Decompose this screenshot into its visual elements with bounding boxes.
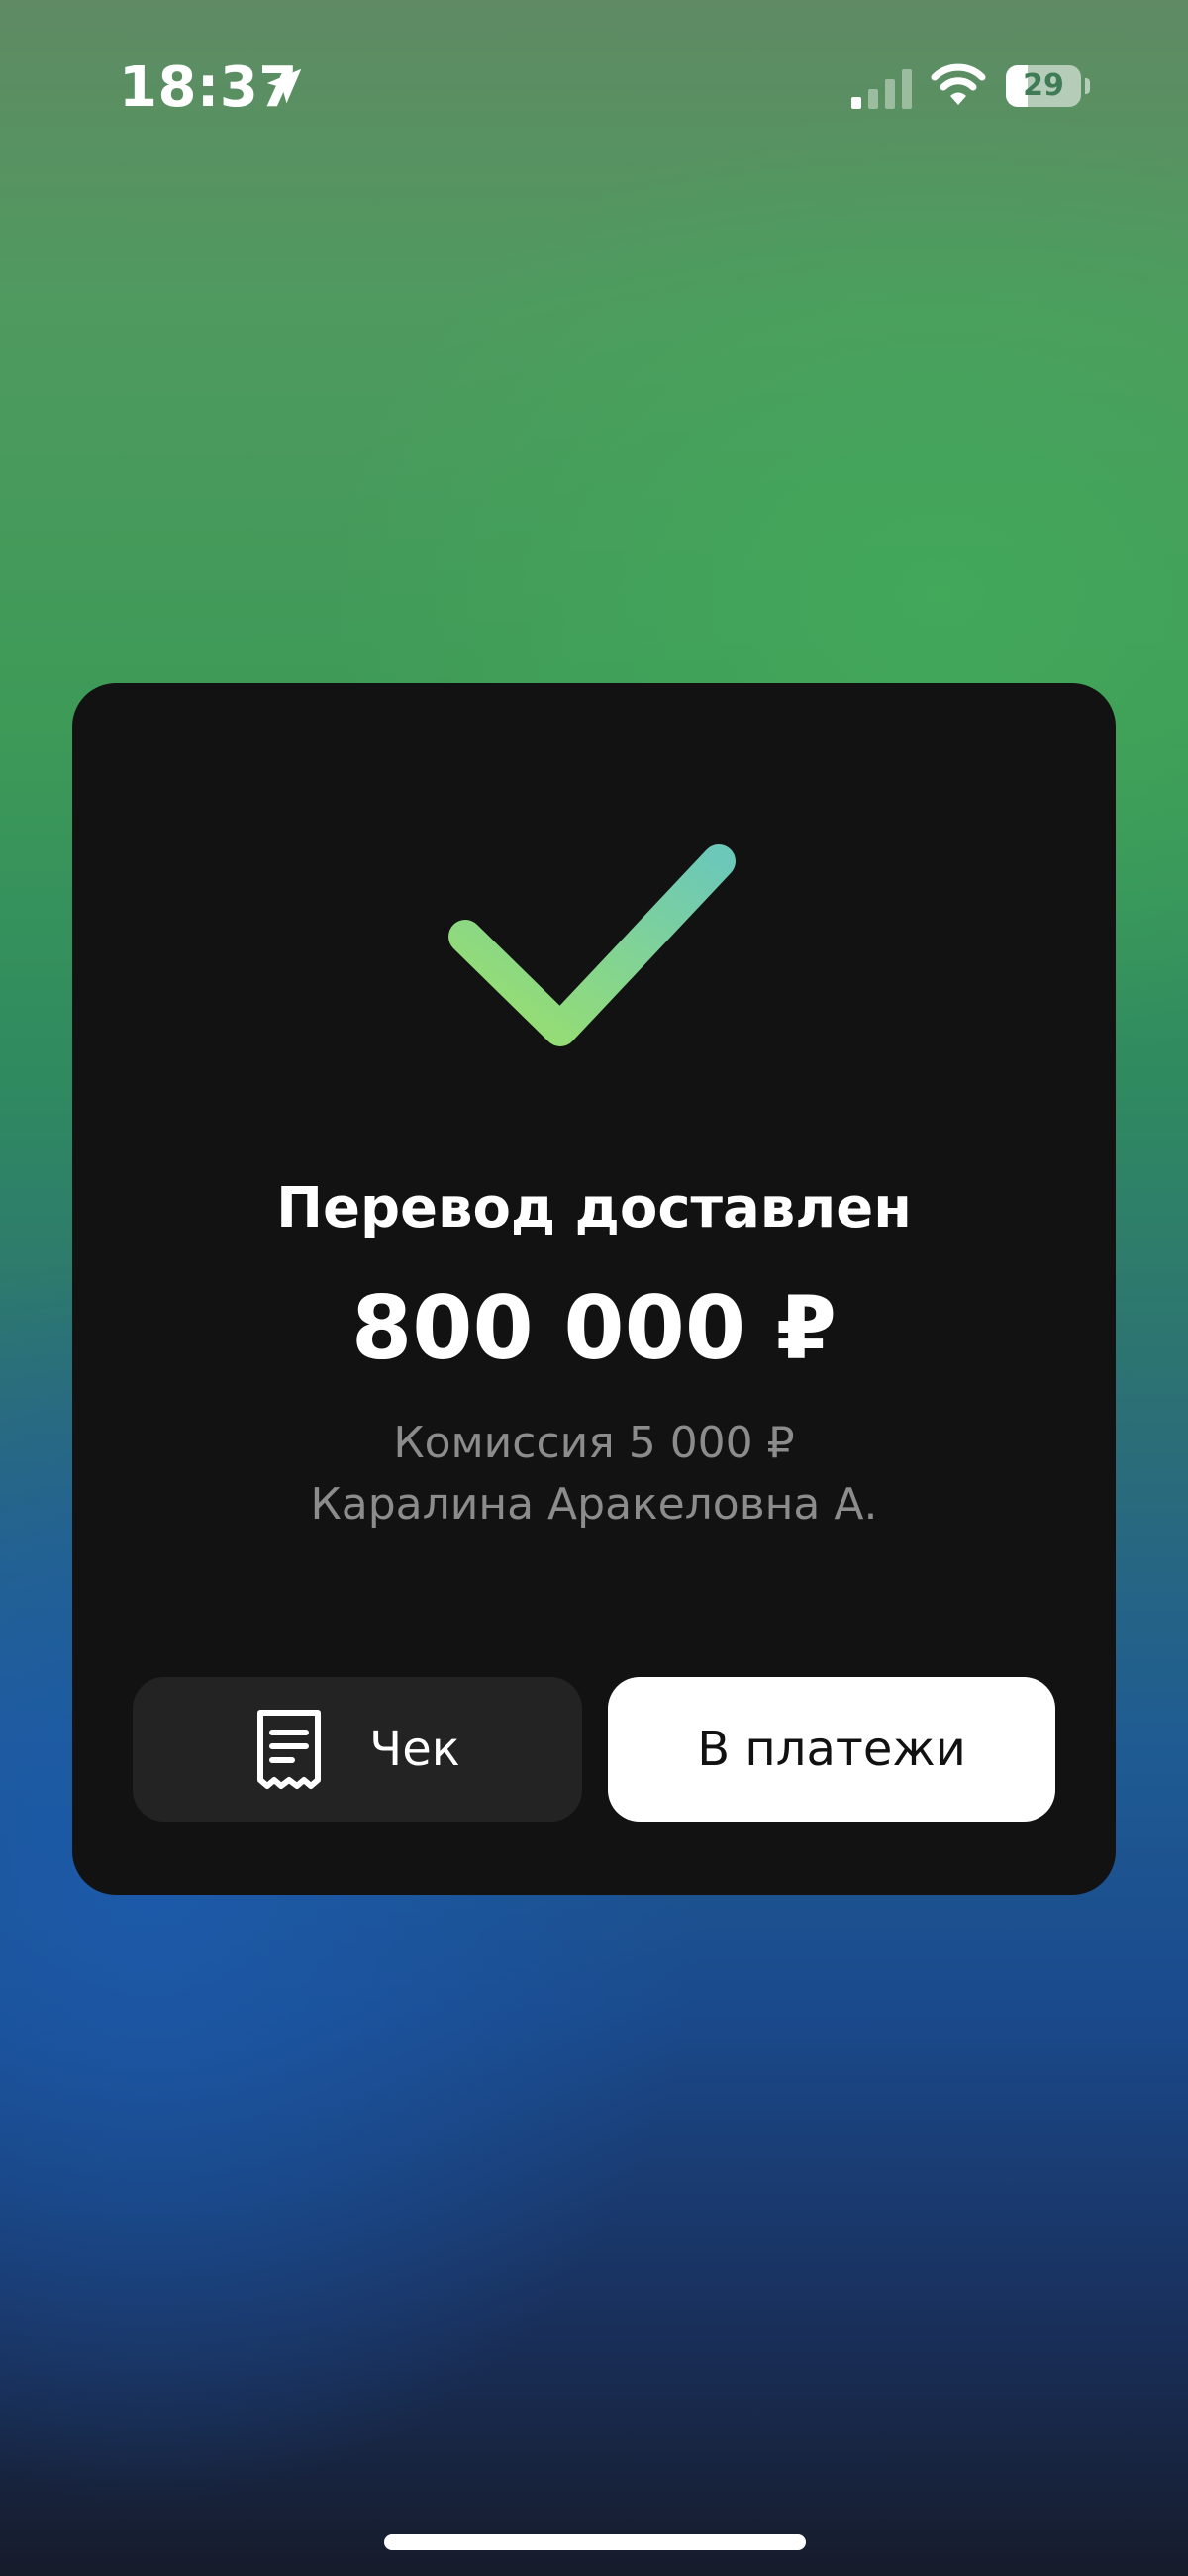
recipient-name: Каралина Аракеловна А. — [310, 1479, 878, 1530]
transfer-amount: 800 000 ₽ — [351, 1277, 837, 1379]
home-indicator[interactable] — [384, 2534, 806, 2550]
battery-level: 29 — [1023, 68, 1064, 103]
battery-icon: 29 — [1006, 65, 1091, 107]
to-payments-button-label: В платежи — [697, 1722, 966, 1777]
receipt-icon — [257, 1710, 322, 1789]
checkmark-icon — [448, 844, 736, 1046]
cellular-signal-icon — [851, 69, 912, 109]
wifi-icon — [931, 63, 986, 105]
to-payments-button[interactable]: В платежи — [608, 1677, 1055, 1822]
status-bar: 18:37 29 — [0, 0, 1188, 178]
receipt-button-label: Чек — [369, 1722, 460, 1777]
commission-text: Комиссия 5 000 ₽ — [393, 1418, 795, 1468]
location-arrow-icon — [266, 68, 302, 104]
receipt-button[interactable]: Чек — [133, 1677, 582, 1822]
transfer-status-title: Перевод доставлен — [276, 1176, 912, 1240]
